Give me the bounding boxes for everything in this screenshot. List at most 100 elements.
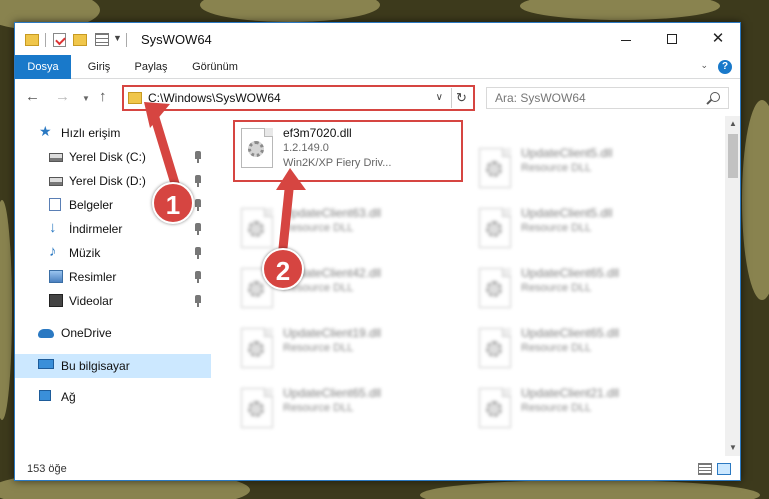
dll-file-icon bbox=[241, 388, 273, 428]
nav-item-label: Belgeler bbox=[69, 198, 114, 212]
up-arrow-icon[interactable]: ↑ bbox=[99, 88, 107, 105]
nav-item-label: Yerel Disk (C:) bbox=[69, 150, 146, 164]
file-item[interactable]: UpdateClient5.dll Resource DLL bbox=[473, 202, 693, 260]
maximize-icon bbox=[667, 34, 677, 45]
dll-file-icon bbox=[479, 268, 511, 308]
file-name: UpdateClient65.dll bbox=[521, 266, 620, 280]
nav-item-label: Müzik bbox=[69, 246, 101, 260]
file-type: Resource DLL bbox=[521, 402, 592, 414]
computer-icon bbox=[38, 359, 54, 369]
refresh-icon[interactable]: ↻ bbox=[451, 88, 471, 108]
scroll-down-icon[interactable]: ▼ bbox=[725, 440, 740, 456]
nav-item-label: Bu bilgisayar bbox=[61, 359, 130, 373]
search-input[interactable]: Ara: SysWOW64 bbox=[486, 87, 729, 109]
nav-item-pictures[interactable]: Resimler bbox=[15, 266, 211, 288]
gear-icon bbox=[248, 141, 264, 157]
nav-item-label: Yerel Disk (D:) bbox=[69, 174, 146, 188]
tab-file[interactable]: Dosya bbox=[15, 55, 71, 79]
vertical-scrollbar[interactable]: ▲ ▼ bbox=[725, 116, 740, 456]
dll-file-icon bbox=[479, 148, 511, 188]
nav-item-network[interactable]: Ağ bbox=[15, 386, 211, 408]
wallpaper-leaf bbox=[742, 100, 769, 300]
file-name: UpdateClient5.dll bbox=[521, 206, 613, 220]
pin-icon[interactable] bbox=[195, 247, 201, 259]
file-type: Resource DLL bbox=[521, 342, 592, 354]
drive-icon bbox=[49, 177, 63, 186]
gear-icon bbox=[486, 221, 502, 237]
properties-icon[interactable] bbox=[53, 33, 66, 47]
back-arrow-icon[interactable]: ← bbox=[25, 88, 40, 105]
maximize-button[interactable] bbox=[649, 23, 695, 55]
file-item[interactable]: UpdateClient19.dll Resource DLL bbox=[235, 322, 455, 380]
cloud-icon bbox=[38, 329, 54, 338]
wallpaper-leaf bbox=[420, 480, 760, 499]
file-item[interactable]: UpdateClient65.dll Resource DLL bbox=[473, 262, 693, 320]
nav-item-music[interactable]: ♪ Müzik bbox=[15, 242, 211, 264]
scroll-up-icon[interactable]: ▲ bbox=[725, 116, 740, 132]
pin-icon[interactable] bbox=[195, 271, 201, 283]
nav-item-label: Hızlı erişim bbox=[61, 126, 121, 140]
file-type: Resource DLL bbox=[283, 402, 354, 414]
dll-file-icon bbox=[241, 328, 273, 368]
address-row: ← → ▼ ↑ C:\Windows\SysWOW64 ∨ ↻ Ara: Sys… bbox=[15, 80, 740, 116]
dll-file-icon bbox=[241, 128, 273, 168]
nav-item-label: OneDrive bbox=[61, 326, 112, 340]
gear-icon bbox=[486, 161, 502, 177]
details-view-icon[interactable] bbox=[698, 463, 712, 475]
star-icon: ★ bbox=[39, 123, 52, 139]
tab-view[interactable]: Görünüm bbox=[185, 55, 245, 79]
network-icon bbox=[39, 390, 51, 401]
nav-item-label: Videolar bbox=[69, 294, 113, 308]
nav-item-label: İndirmeler bbox=[69, 222, 123, 236]
nav-item-label: Resimler bbox=[69, 270, 117, 284]
videos-icon bbox=[49, 294, 63, 307]
file-type: Resource DLL bbox=[283, 342, 354, 354]
minimize-button[interactable] bbox=[603, 23, 649, 55]
close-button[interactable]: ✕ bbox=[695, 23, 740, 55]
file-name: UpdateClient65.dll bbox=[283, 386, 382, 400]
file-version: 1.2.149.0 bbox=[283, 142, 329, 154]
wallpaper-leaf bbox=[0, 200, 12, 420]
tab-home[interactable]: Giriş bbox=[80, 55, 118, 79]
toolbar-separator bbox=[45, 33, 46, 47]
file-item[interactable]: UpdateClient65.dll Resource DLL bbox=[235, 382, 455, 440]
file-item[interactable]: UpdateClient65.dll Resource DLL bbox=[473, 322, 693, 380]
file-name: UpdateClient21.dll bbox=[521, 386, 620, 400]
download-icon: ↓ bbox=[49, 219, 57, 236]
nav-item-onedrive[interactable]: OneDrive bbox=[15, 322, 211, 344]
item-count: 153 öğe bbox=[27, 463, 67, 475]
file-name: ef3m7020.dll bbox=[283, 126, 352, 140]
pin-icon[interactable] bbox=[195, 223, 201, 235]
gear-icon bbox=[248, 341, 264, 357]
search-icon[interactable] bbox=[710, 92, 720, 102]
forward-arrow-icon[interactable]: → bbox=[55, 88, 70, 105]
file-name: UpdateClient5.dll bbox=[521, 146, 613, 160]
file-item[interactable]: UpdateClient5.dll Resource DLL bbox=[473, 142, 693, 200]
status-bar: 153 öğe bbox=[15, 459, 740, 480]
pin-icon[interactable] bbox=[195, 295, 201, 307]
gear-icon bbox=[248, 281, 264, 297]
large-icons-view-icon[interactable] bbox=[717, 463, 731, 475]
dll-file-icon bbox=[479, 328, 511, 368]
dll-file-icon bbox=[479, 208, 511, 248]
tab-share[interactable]: Paylaş bbox=[129, 55, 173, 79]
file-item[interactable]: UpdateClient21.dll Resource DLL bbox=[473, 382, 693, 440]
chevron-down-icon[interactable]: ▼ bbox=[113, 33, 122, 43]
nav-item-videos[interactable]: Videolar bbox=[15, 290, 211, 312]
recent-locations-icon[interactable]: ▼ bbox=[82, 94, 90, 103]
minimize-icon bbox=[621, 39, 631, 41]
wallpaper-leaf bbox=[520, 0, 720, 20]
window-title: SysWOW64 bbox=[141, 32, 212, 47]
close-icon: ✕ bbox=[711, 30, 725, 47]
drive-icon bbox=[49, 153, 63, 162]
new-folder-icon[interactable] bbox=[73, 34, 87, 46]
file-type: Resource DLL bbox=[521, 162, 592, 174]
nav-item-this-pc[interactable]: Bu bilgisayar bbox=[15, 354, 211, 378]
ribbon: Dosya Giriş Paylaş Görünüm ⌄ ? bbox=[15, 55, 740, 79]
chevron-down-icon[interactable]: ⌄ bbox=[700, 60, 708, 71]
help-icon[interactable]: ? bbox=[718, 60, 732, 74]
scroll-thumb[interactable] bbox=[728, 134, 738, 178]
step-badge-1: 1 bbox=[152, 182, 194, 224]
view-icon[interactable] bbox=[95, 33, 109, 46]
chevron-down-icon[interactable]: ∨ bbox=[436, 92, 443, 103]
